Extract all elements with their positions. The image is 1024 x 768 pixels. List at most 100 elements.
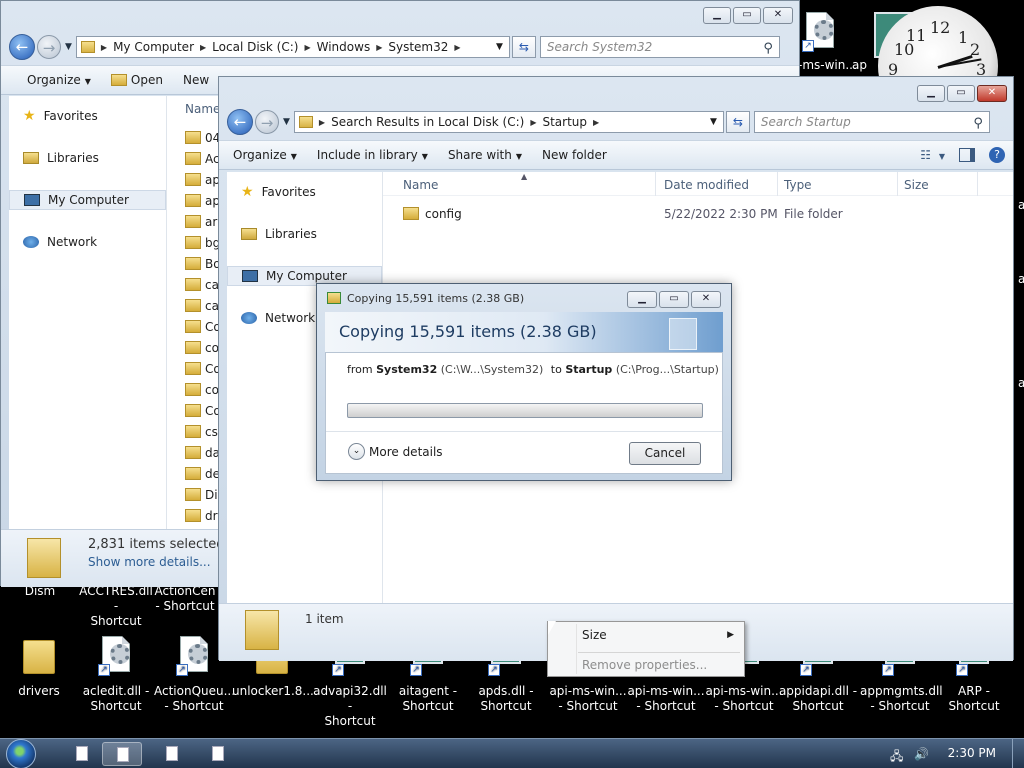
start-button[interactable] bbox=[6, 739, 36, 768]
clock-number: 12 bbox=[930, 18, 951, 37]
list-item[interactable]: co bbox=[185, 380, 219, 399]
menu-item-size[interactable]: Size ▶ bbox=[582, 625, 734, 645]
forward-button[interactable]: → bbox=[37, 35, 61, 59]
table-row[interactable]: config 5/22/2022 2:30 PM File folder bbox=[403, 204, 963, 223]
selection-count: 2,831 items selected bbox=[88, 537, 225, 552]
back-button[interactable]: ← bbox=[227, 109, 253, 135]
forward-button[interactable]: → bbox=[255, 110, 279, 134]
include-in-library-button[interactable]: Include in library ▼ bbox=[307, 148, 438, 162]
help-icon[interactable]: ? bbox=[989, 147, 1005, 163]
folder-icon bbox=[185, 467, 201, 480]
clock-number: 11 bbox=[906, 26, 927, 45]
maximize-button[interactable]: ▭ bbox=[947, 85, 975, 102]
search-input[interactable]: Search System32 ⚲ bbox=[539, 36, 780, 58]
breadcrumb[interactable]: System32 bbox=[388, 40, 448, 54]
column-header-size[interactable]: Size bbox=[904, 178, 929, 192]
close-button[interactable]: ✕ bbox=[763, 7, 793, 24]
maximize-button[interactable]: ▭ bbox=[733, 7, 761, 24]
list-item[interactable]: co bbox=[185, 338, 219, 357]
preview-pane-icon[interactable] bbox=[959, 148, 975, 162]
taskbar-item[interactable] bbox=[152, 742, 192, 766]
list-item[interactable]: 04 bbox=[185, 128, 220, 147]
list-item[interactable]: bg bbox=[185, 233, 220, 252]
taskbar-item[interactable] bbox=[198, 742, 238, 766]
breadcrumb[interactable]: Local Disk (C:) bbox=[212, 40, 298, 54]
refresh-button[interactable]: ⇆ bbox=[725, 111, 750, 133]
taskbar-item-active[interactable] bbox=[102, 742, 142, 766]
copy-progress-dialog[interactable]: Copying 15,591 items (2.38 GB) ▁ ▭ ✕ Cop… bbox=[316, 283, 732, 481]
recent-pages-dropdown[interactable]: ▼ bbox=[283, 117, 290, 127]
close-button[interactable]: ✕ bbox=[977, 85, 1007, 102]
minimize-button[interactable]: ▁ bbox=[627, 291, 657, 308]
address-dropdown-icon[interactable]: ▼ bbox=[710, 117, 717, 127]
breadcrumb[interactable]: Search Results in Local Disk (C:) bbox=[331, 115, 524, 129]
address-bar[interactable]: ▶ My Computer ▶ Local Disk (C:) ▶ Window… bbox=[75, 36, 510, 58]
list-item[interactable]: Co bbox=[185, 317, 221, 336]
list-item[interactable]: ap bbox=[185, 191, 220, 210]
list-item[interactable]: ca bbox=[185, 275, 219, 294]
taskbar-clock[interactable]: 2:30 PM bbox=[948, 746, 996, 760]
address-dropdown-icon[interactable]: ▼ bbox=[496, 42, 503, 52]
new-button[interactable]: New bbox=[173, 73, 219, 87]
list-item[interactable]: Ac bbox=[185, 149, 220, 168]
more-details-toggle[interactable]: ⌄ More details bbox=[348, 443, 443, 460]
organize-button[interactable]: Organize ▼ bbox=[219, 148, 307, 162]
cancel-button[interactable]: Cancel bbox=[629, 442, 701, 465]
list-item[interactable]: Co bbox=[185, 401, 221, 420]
desktop-icon-acctres[interactable]: ACCTRES.dll - Shortcut bbox=[76, 584, 156, 629]
minimize-button[interactable]: ▁ bbox=[917, 85, 945, 102]
list-item[interactable]: dr bbox=[185, 506, 218, 525]
document-icon bbox=[669, 318, 697, 350]
search-input[interactable]: Search Startup ⚲ bbox=[753, 111, 990, 133]
desktop-icon-label: Shortcut bbox=[948, 699, 1000, 713]
column-header-name[interactable]: Name bbox=[403, 178, 438, 192]
list-item[interactable]: Co bbox=[185, 359, 221, 378]
breadcrumb[interactable]: Windows bbox=[317, 40, 371, 54]
breadcrumb[interactable]: My Computer bbox=[113, 40, 194, 54]
organize-button[interactable]: Organize ▼ bbox=[1, 73, 101, 87]
nav-favorites[interactable]: ★ Favorites bbox=[9, 106, 166, 126]
open-button[interactable]: Open bbox=[101, 73, 173, 87]
list-item[interactable]: ap bbox=[185, 170, 220, 189]
nav-favorites[interactable]: ★ Favorites bbox=[227, 182, 382, 202]
folder-icon bbox=[185, 320, 201, 333]
list-item[interactable]: cs bbox=[185, 422, 218, 441]
back-button[interactable]: ← bbox=[9, 34, 35, 60]
column-header-type[interactable]: Type bbox=[784, 178, 812, 192]
menu-item-remove-properties[interactable]: Remove properties... bbox=[582, 655, 734, 675]
column-header-date[interactable]: Date modified bbox=[664, 178, 749, 192]
desktop-icon-label: Shortcut bbox=[90, 699, 142, 713]
desktop-icon[interactable]: drivers bbox=[0, 636, 79, 699]
breadcrumb[interactable]: Startup bbox=[542, 115, 587, 129]
desktop-shortcut-icon[interactable]: ↗ bbox=[800, 12, 840, 56]
new-folder-button[interactable]: New folder bbox=[532, 148, 617, 162]
maximize-button[interactable]: ▭ bbox=[659, 291, 689, 308]
show-desktop-button[interactable] bbox=[1012, 739, 1024, 768]
taskbar-item[interactable] bbox=[62, 742, 102, 766]
share-with-button[interactable]: Share with ▼ bbox=[438, 148, 532, 162]
nav-libraries[interactable]: Libraries bbox=[9, 148, 166, 168]
list-item[interactable]: da bbox=[185, 443, 220, 462]
network-tray-icon[interactable]: 🖧 bbox=[890, 747, 903, 768]
desktop-icon-label: - Shortcut bbox=[164, 699, 224, 713]
close-button[interactable]: ✕ bbox=[691, 291, 721, 308]
list-item[interactable]: Di bbox=[185, 485, 218, 504]
volume-icon[interactable]: 🔊 bbox=[914, 747, 929, 761]
list-item[interactable]: ar bbox=[185, 212, 217, 231]
nav-libraries[interactable]: Libraries bbox=[227, 224, 382, 244]
minimize-button[interactable]: ▁ bbox=[703, 7, 731, 24]
show-more-details-link[interactable]: Show more details... bbox=[88, 555, 211, 569]
desktop-icon-actioncenter[interactable]: ActionCen - Shortcut bbox=[150, 584, 220, 614]
desktop-icon[interactable]: ↗ acledit.dll - Shortcut bbox=[76, 636, 156, 714]
nav-network[interactable]: Network bbox=[9, 232, 166, 252]
refresh-button[interactable]: ⇆ bbox=[511, 36, 536, 58]
list-item[interactable]: ca bbox=[185, 296, 219, 315]
nav-my-computer[interactable]: My Computer bbox=[9, 190, 166, 210]
recent-pages-dropdown[interactable]: ▼ bbox=[65, 42, 72, 52]
list-item[interactable]: Bo bbox=[185, 254, 221, 273]
address-bar[interactable]: ▶ Search Results in Local Disk (C:) ▶ St… bbox=[293, 111, 724, 133]
list-item[interactable]: de bbox=[185, 464, 220, 483]
column-header-name[interactable]: Name bbox=[185, 102, 220, 116]
change-view-icon[interactable]: ☷ ▼ bbox=[920, 148, 945, 162]
folder-icon bbox=[185, 362, 201, 375]
